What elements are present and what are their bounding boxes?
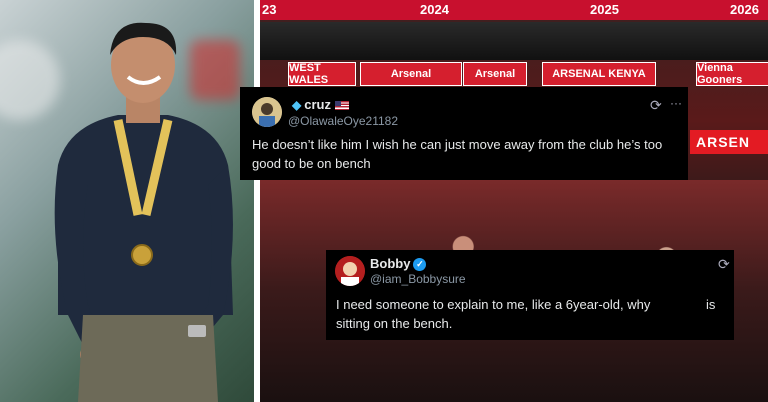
author-handle[interactable]: @iam_Bobbysure bbox=[370, 272, 466, 286]
stadium-photo: 23 2024 2025 2026 WEST WALES Arsenal Ars… bbox=[260, 0, 768, 402]
author-handle[interactable]: @OlawaleOye21182 bbox=[288, 114, 398, 128]
more-icon[interactable]: ··· bbox=[670, 96, 682, 110]
tweet-text-line2: sitting on the bench. bbox=[336, 316, 453, 331]
avatar-icon[interactable] bbox=[335, 256, 365, 286]
manager-photo bbox=[0, 0, 254, 402]
stadium-board: ARSENAL KENYA bbox=[542, 62, 656, 86]
author-name: cruz bbox=[304, 97, 331, 112]
repost-icon[interactable]: ⟳ bbox=[650, 97, 662, 114]
repost-icon[interactable]: ⟳ bbox=[718, 256, 730, 273]
year-label: 23 bbox=[262, 2, 277, 17]
us-flag-icon bbox=[334, 101, 349, 111]
stadium-board: Arsenal bbox=[360, 62, 462, 86]
tweet-text: He doesn’t like him I wish he can just m… bbox=[252, 137, 663, 171]
stadium-board: Vienna Gooners bbox=[696, 62, 768, 86]
year-label: 2025 bbox=[590, 2, 619, 17]
author-name: Bobby bbox=[370, 256, 411, 271]
tweet-text-part1: I need someone to explain to me, like a … bbox=[336, 297, 651, 312]
person-figure bbox=[54, 22, 233, 402]
year-banner: 23 2024 2025 2026 bbox=[260, 0, 768, 20]
tweet-card[interactable]: ◆ cruz @OlawaleOye21182 ⟳ ··· He doesn’t … bbox=[240, 87, 688, 180]
stand-roof bbox=[260, 22, 768, 60]
tweet-author[interactable]: Bobby ✓ bbox=[370, 256, 427, 272]
year-label: 2026 bbox=[730, 2, 759, 17]
diamond-icon: ◆ bbox=[292, 98, 302, 112]
tweet-text-part2: is bbox=[706, 297, 716, 312]
tweet-card[interactable]: Bobby ✓ @iam_Bobbysure ⟳ I need someone t… bbox=[326, 250, 734, 340]
tweet-author[interactable]: ◆ cruz bbox=[292, 97, 349, 112]
verified-icon: ✓ bbox=[413, 258, 427, 272]
year-label: 2024 bbox=[420, 2, 449, 17]
avatar-icon[interactable] bbox=[252, 97, 282, 127]
stadium-board: Arsenal bbox=[463, 62, 527, 86]
arsenal-side-banner: ARSEN bbox=[690, 130, 768, 154]
stadium-board: WEST WALES bbox=[288, 62, 356, 86]
